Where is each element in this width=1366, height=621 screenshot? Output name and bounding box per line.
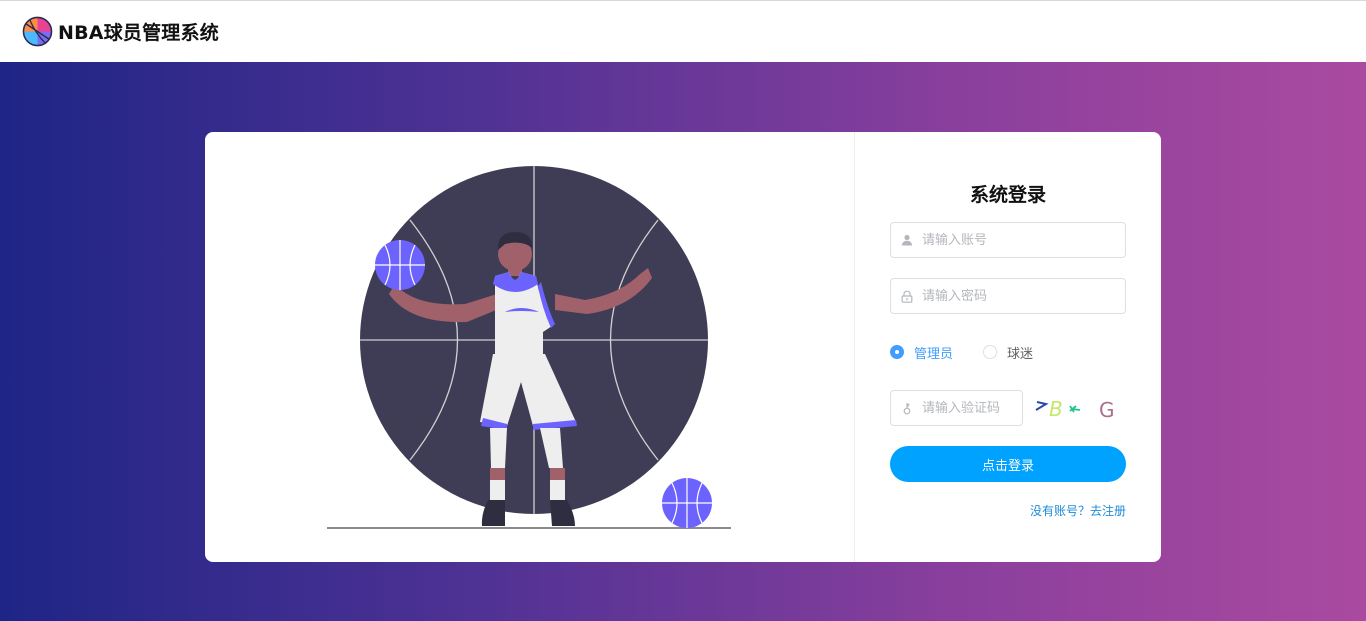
app-title: NBA球员管理系统 (58, 22, 219, 44)
register-link[interactable]: 没有账号？去注册 (1030, 502, 1126, 519)
password-input[interactable] (922, 279, 1112, 313)
username-field[interactable] (890, 222, 1126, 258)
role-radio-group: 管理员 球迷 (890, 342, 1063, 362)
card-divider (854, 132, 855, 562)
top-header: NBA球员管理系统 (0, 0, 1366, 62)
login-form: 系统登录 管理员 球迷 (890, 132, 1126, 562)
role-fan-radio[interactable] (983, 345, 998, 359)
lock-icon (891, 279, 922, 313)
login-background: 系统登录 管理员 球迷 (0, 62, 1366, 621)
role-admin[interactable]: 管理员 (890, 343, 953, 362)
login-button[interactable]: 点击登录 (890, 446, 1126, 482)
captcha-image[interactable]: B G (1030, 392, 1122, 424)
username-input[interactable] (922, 223, 1112, 257)
svg-text:G: G (1099, 398, 1115, 422)
login-title: 系统登录 (969, 184, 1046, 206)
key-icon (891, 391, 922, 425)
login-card: 系统登录 管理员 球迷 (205, 132, 1161, 562)
captcha-field[interactable] (890, 390, 1023, 426)
role-admin-radio[interactable] (890, 345, 904, 359)
password-field[interactable] (890, 278, 1126, 314)
basketball-player-illustration (327, 166, 731, 529)
svg-text:B: B (1049, 397, 1063, 421)
basketball-icon (22, 16, 53, 47)
role-fan-label: 球迷 (1007, 346, 1034, 362)
captcha-input[interactable] (922, 391, 1018, 425)
role-admin-label: 管理员 (914, 346, 954, 362)
role-fan[interactable]: 球迷 (983, 343, 1033, 362)
user-icon (891, 223, 922, 257)
